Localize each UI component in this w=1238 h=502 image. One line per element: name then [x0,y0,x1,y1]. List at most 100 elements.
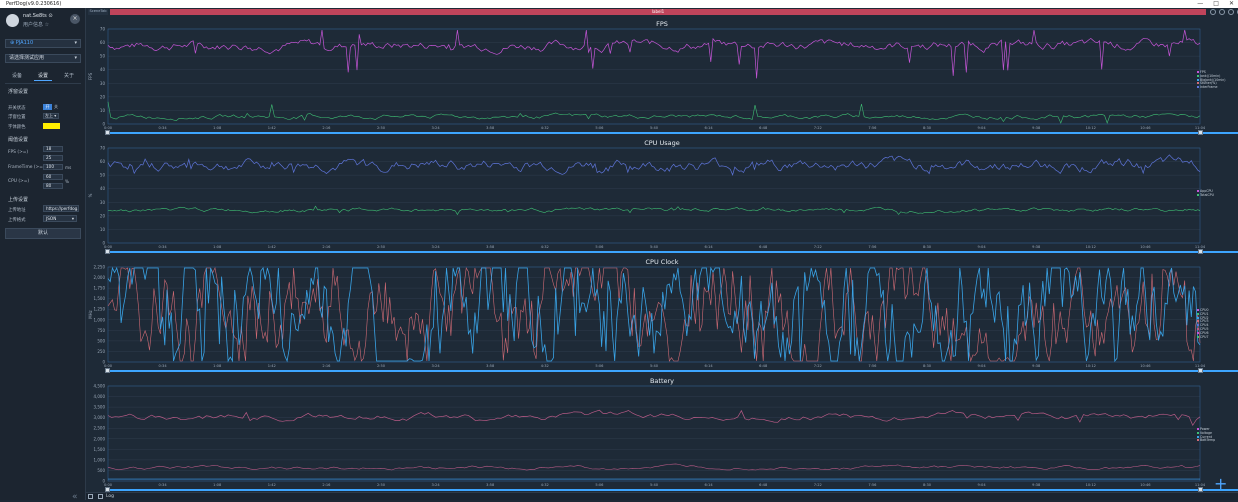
scrollbar-start-handle[interactable] [105,368,110,373]
fps-series-line [107,29,1201,79]
logout-icon[interactable]: × [70,14,80,24]
chart-clock[interactable]: CPU Clock 0 250 500 750 1,000 1,250 1,500 1,750 2… [86,256,1238,374]
chart-cpu[interactable]: CPU Usage 0 10 20 30 40 50 60 70% 0:00 0:34 1:08 1:4… [86,137,1238,255]
legend-swatch [1197,74,1199,77]
time-scrollbar[interactable] [108,251,1238,253]
app-select[interactable]: 请选择测试应用 ▾ [5,54,81,63]
log-bar: Log [86,492,1238,500]
log-checkbox[interactable] [98,494,103,499]
y-tick-label: 30 [100,200,106,205]
x-tick-label: 2:50 [377,483,386,487]
cpu-threshold-input-1[interactable]: 60 [43,174,63,180]
minimize-button[interactable]: — [1197,0,1203,8]
frametime-input[interactable]: 100 [43,164,63,170]
y-tick-label: 20 [100,213,106,218]
y-tick-label: 10 [100,227,106,232]
legend-swatch [1197,428,1199,431]
y-tick-label: 50 [100,173,106,178]
legend-swatch [1197,331,1199,334]
app-cpu-series-line [107,205,1201,216]
avatar[interactable] [6,14,19,27]
legend-swatch [1197,86,1199,89]
fps-threshold-input-2[interactable]: 25 [43,155,63,161]
legend-swatch [1197,309,1199,312]
legend-item[interactable]: CPU7 [1197,334,1209,340]
x-tick-label: 9:04 [978,245,987,249]
x-tick-label: 1:42 [268,483,276,487]
tab-settings[interactable]: 设置 [33,72,52,81]
label-bar[interactable]: label1 [110,9,1206,15]
user-row[interactable]: nat.Se8ts ⊙ 用户信息 ☆ × [6,13,80,31]
x-tick-label: 2:16 [322,245,331,249]
x-tick-label: 3:24 [432,483,441,487]
y-tick-label: 1,500 [94,447,106,452]
close-button[interactable]: ✕ [1229,0,1234,8]
float-pos-select[interactable]: 左上 ▾ [43,113,59,119]
float-pos-label: 浮窗位置 [8,115,26,120]
legend-swatch [1197,431,1199,434]
total-cpu-series-line [107,154,1201,176]
float-on-toggle[interactable]: 开 [43,104,52,110]
chevron-down-icon: ▾ [74,40,77,46]
scrollbar-end-handle[interactable] [1198,130,1203,135]
x-tick-label: 0:34 [159,364,168,368]
legend-swatch [1197,71,1199,74]
chart-legend: AppCPU TotalCPU [1197,189,1214,198]
cpu-threshold-unit: % [65,179,69,184]
x-tick-label: 8:30 [923,126,932,130]
x-tick-label: 10:12 [1086,483,1096,487]
time-scrollbar[interactable] [108,370,1238,372]
x-tick-label: 9:04 [978,126,987,130]
x-tick-label: 0:34 [159,483,168,487]
y-tick-label: 1,250 [94,307,106,312]
x-tick-label: 6:14 [705,364,714,368]
fps-threshold-label: FPS (>=) [8,150,29,155]
maximize-button[interactable]: □ [1213,0,1219,8]
refresh-icon[interactable] [1219,9,1225,15]
scrollbar-start-handle[interactable] [105,130,110,135]
scrollbar-start-handle[interactable] [105,249,110,254]
time-scrollbar[interactable] [108,132,1238,134]
x-tick-label: 10:46 [1140,245,1151,249]
legend-item[interactable]: TotalCPU [1197,193,1214,198]
y-tick-label: 250 [97,349,105,354]
float-switch-label: 开关状态 [8,106,26,111]
x-tick-label: 4:32 [541,126,549,130]
time-scrollbar[interactable] [108,489,1238,491]
cpu-threshold-input-2[interactable]: 80 [43,183,63,189]
legend-label: CPU7 [1200,334,1209,339]
x-tick-label: 1:08 [213,364,222,368]
legend-item[interactable]: InterFrame [1197,85,1225,90]
x-tick-label: 5:06 [595,364,604,368]
chart-fps[interactable]: FPS 0 10 20 30 40 50 60 70 FPS 0:00 0:34 1:08 1:42 2:1… [86,18,1238,136]
x-tick-label: 4:32 [541,245,549,249]
app-title: PerfDog(v9.0.230616) [6,1,62,7]
y-tick-label: 30 [100,81,106,86]
legend-swatch [1197,190,1199,193]
tab-device[interactable]: 设备 [8,72,26,81]
log-toggle-icon[interactable] [88,494,93,499]
folder-icon[interactable] [1228,9,1234,15]
add-chart-button[interactable]: + [1214,476,1227,492]
settings-icon[interactable] [1210,9,1216,15]
y-tick-label: 10 [100,108,106,113]
fps-threshold-input-1[interactable]: 18 [43,146,63,152]
y-tick-label: 750 [97,328,105,333]
x-tick-label: 2:16 [322,126,331,130]
user-status[interactable]: 用户信息 ☆ [23,21,49,28]
float-color-swatch[interactable] [43,123,60,129]
chart-svg: 010203040506070FPS0:00 0:34 1:08 1:42 2:16 2:… [88,27,1206,131]
float-off-toggle[interactable]: 关 [53,104,59,110]
upload-addr-input[interactable]: https://perfdog.q [43,205,79,212]
chart-battery[interactable]: Battery 0 500 1,000 1,500 2,000 2,500 3,000 3,50… [86,375,1238,493]
scene-tab[interactable]: SceneTab [88,9,108,15]
sidebar-tabs: 设备 设置 关于 [8,72,78,81]
upload-format-select[interactable]: JSON ▾ [43,215,77,222]
device-select[interactable]: ⊕ PJA110 ▾ [5,39,81,48]
reset-button[interactable]: 默认 [5,228,81,239]
legend-item[interactable]: BattTemp [1197,439,1215,443]
tab-about[interactable]: 关于 [60,72,78,81]
scrollbar-end-handle[interactable] [1198,368,1203,373]
scrollbar-end-handle[interactable] [1198,249,1203,254]
chart-svg: 05001,0001,5002,0002,5003,0003,5004,0004… [94,384,1206,488]
